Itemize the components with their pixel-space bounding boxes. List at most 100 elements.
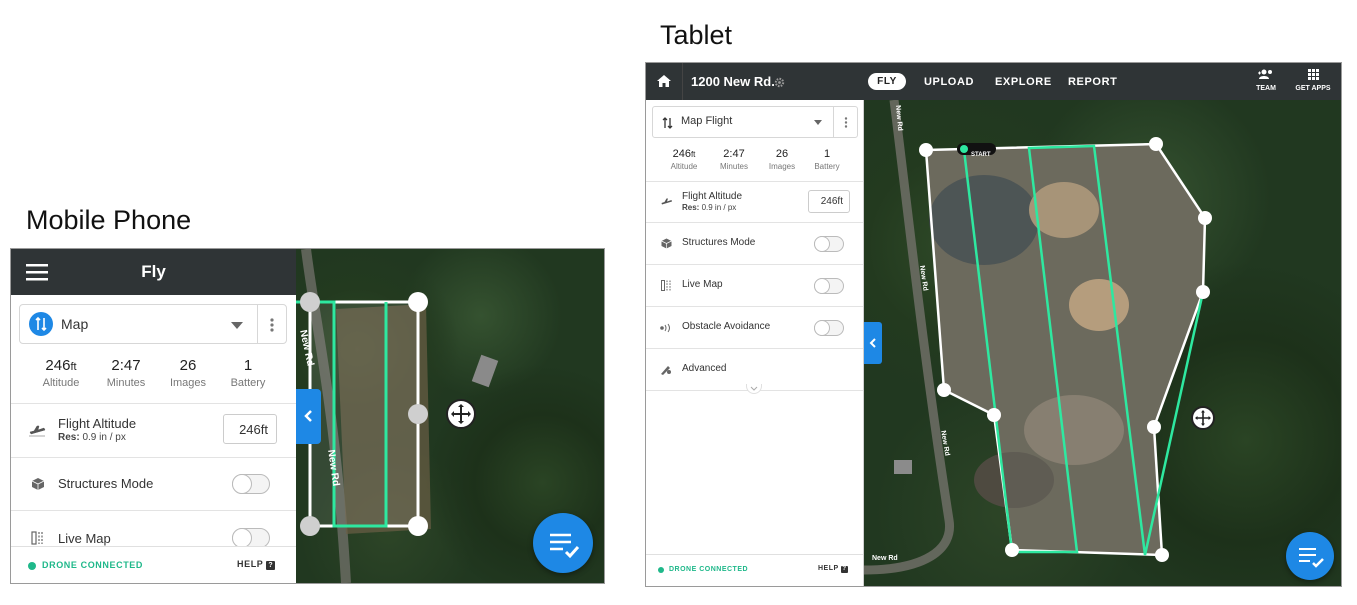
tablet-map[interactable]: START New Rd New Rd New Rd New Rd <box>864 100 1341 586</box>
stat-images-value: 26 <box>775 148 789 160</box>
expand-advanced-button[interactable] <box>746 384 762 394</box>
obstacle-avoidance-toggle[interactable] <box>814 320 844 336</box>
help-icon: ? <box>266 561 276 570</box>
checklist-icon <box>1299 548 1324 568</box>
flight-altitude-label: Flight Altitude <box>58 416 137 431</box>
home-icon <box>657 75 671 87</box>
tablet-screen: 1200 New Rd. FLY UPLOAD EXPLORE REPORT T… <box>645 62 1342 587</box>
tablet-top-bar: 1200 New Rd. FLY UPLOAD EXPLORE REPORT T… <box>646 63 1341 100</box>
drone-status: DRONE CONNECTED <box>669 566 749 573</box>
flight-stats: 246ft Altitude 2:47 Minutes 26 Images 1 … <box>646 148 864 178</box>
live-map-label: Live Map <box>58 531 111 546</box>
help-icon: ? <box>841 566 848 573</box>
stat-minutes-value: 2:47 <box>111 357 141 374</box>
help-link[interactable]: HELP ? <box>237 559 276 570</box>
mode-label: Map Flight <box>681 115 733 127</box>
flight-altitude-row: Flight Altitude Res: 0.9 in / px 246ft <box>646 182 864 222</box>
collapse-panel-button[interactable] <box>296 389 321 444</box>
settings-gear-icon[interactable] <box>774 77 785 88</box>
tablet-side-panel: Map Flight 246ft Altitude 2:47 Minutes 2… <box>646 100 864 586</box>
phone-screen: New Rd New Rd Fly Map 246ft Altitude 2:4… <box>10 248 605 584</box>
checklist-button[interactable] <box>533 513 593 573</box>
resolution-text: Res: 0.9 in / px <box>682 203 737 212</box>
flight-stats: 246ft Altitude 2:47 Minutes 26 Images 1 … <box>11 357 296 402</box>
chevron-down-icon <box>750 386 758 391</box>
live-map-row: Live Map <box>646 265 864 306</box>
live-map-toggle[interactable] <box>814 278 844 294</box>
flight-altitude-row: Flight Altitude Res: 0.9 in / px 246ft <box>11 404 296 457</box>
mode-label: Map <box>61 316 89 332</box>
checklist-button[interactable] <box>1286 532 1334 580</box>
stat-images-label: Images <box>768 162 796 171</box>
phone-heading: Mobile Phone <box>26 205 192 235</box>
cube-icon <box>661 238 672 249</box>
advanced-settings-icon <box>661 366 671 375</box>
stat-images-value: 26 <box>179 357 197 374</box>
more-options-icon[interactable] <box>270 318 274 332</box>
altitude-input[interactable]: 246ft <box>808 190 850 213</box>
stat-battery-value: 1 <box>823 148 831 160</box>
stat-altitude-value: 246ft <box>45 357 77 374</box>
stat-battery-label: Battery <box>230 377 266 389</box>
tab-fly[interactable]: FLY <box>868 73 906 90</box>
structures-mode-row: Structures Mode <box>646 223 864 264</box>
move-polygon-icon[interactable] <box>446 399 476 429</box>
map-flight-icon <box>662 117 673 129</box>
tab-upload[interactable]: UPLOAD <box>924 76 974 88</box>
phone-map[interactable]: New Rd New Rd <box>296 249 604 583</box>
mode-selector[interactable]: Map Flight <box>652 106 858 138</box>
team-label: TEAM <box>1256 85 1276 92</box>
road-label: New Rd <box>872 555 898 562</box>
dropdown-arrow-icon <box>231 322 243 329</box>
start-dot <box>960 145 968 153</box>
help-link[interactable]: HELP ? <box>818 565 848 573</box>
live-map-label: Live Map <box>682 279 723 290</box>
stat-battery-label: Battery <box>814 162 840 171</box>
more-options-icon[interactable] <box>844 117 848 128</box>
obstacle-sensor-icon <box>660 323 670 333</box>
tab-fly-label: FLY <box>877 76 897 87</box>
stat-altitude-value: 246ft <box>672 148 696 160</box>
phone-header: Fly <box>11 249 296 295</box>
connected-dot <box>658 567 664 573</box>
get-apps-label: GET APPS <box>1295 85 1331 92</box>
team-button[interactable]: TEAM <box>1251 69 1281 97</box>
tab-explore[interactable]: EXPLORE <box>995 76 1052 88</box>
status-bar: DRONE CONNECTED HELP ? <box>646 554 863 586</box>
obstacle-avoidance-row: Obstacle Avoidance <box>646 307 864 348</box>
stat-minutes-value: 2:47 <box>723 148 745 160</box>
live-map-toggle[interactable] <box>232 528 270 548</box>
stat-minutes-label: Minutes <box>719 162 748 171</box>
live-map-row: Live Map <box>11 511 296 548</box>
live-map-icon <box>31 531 43 545</box>
structures-mode-toggle[interactable] <box>232 474 270 494</box>
start-marker: START <box>957 143 996 158</box>
advanced-label: Advanced <box>682 363 727 374</box>
apps-grid-icon <box>1308 69 1319 80</box>
flight-altitude-label: Flight Altitude <box>682 191 743 202</box>
stat-battery-value: 1 <box>243 357 253 374</box>
home-button[interactable] <box>646 63 683 100</box>
obstacle-avoidance-label: Obstacle Avoidance <box>682 321 771 332</box>
tab-report[interactable]: REPORT <box>1068 76 1117 88</box>
status-bar: DRONE CONNECTED HELP ? <box>11 546 296 583</box>
tablet-heading: Tablet <box>660 20 733 50</box>
stat-minutes-label: Minutes <box>106 377 146 389</box>
mode-selector[interactable]: Map <box>19 304 287 344</box>
structures-mode-toggle[interactable] <box>814 236 844 252</box>
structures-mode-label: Structures Mode <box>58 476 154 491</box>
chevron-left-icon <box>304 410 312 422</box>
airplane-takeoff-icon <box>661 198 672 206</box>
collapse-panel-button[interactable] <box>864 322 882 364</box>
checklist-icon <box>550 533 580 559</box>
structures-mode-row: Structures Mode <box>11 458 296 510</box>
move-polygon-icon[interactable] <box>1191 406 1215 430</box>
connected-dot <box>28 562 36 570</box>
airplane-takeoff-icon <box>29 425 46 437</box>
project-name[interactable]: 1200 New Rd. <box>691 74 775 89</box>
get-apps-button[interactable]: GET APPS <box>1293 69 1333 97</box>
stat-images-label: Images <box>169 377 207 389</box>
tablet-map-overlay <box>864 100 1212 575</box>
header-title: Fly <box>141 262 166 281</box>
altitude-input[interactable]: 246ft <box>223 414 277 444</box>
